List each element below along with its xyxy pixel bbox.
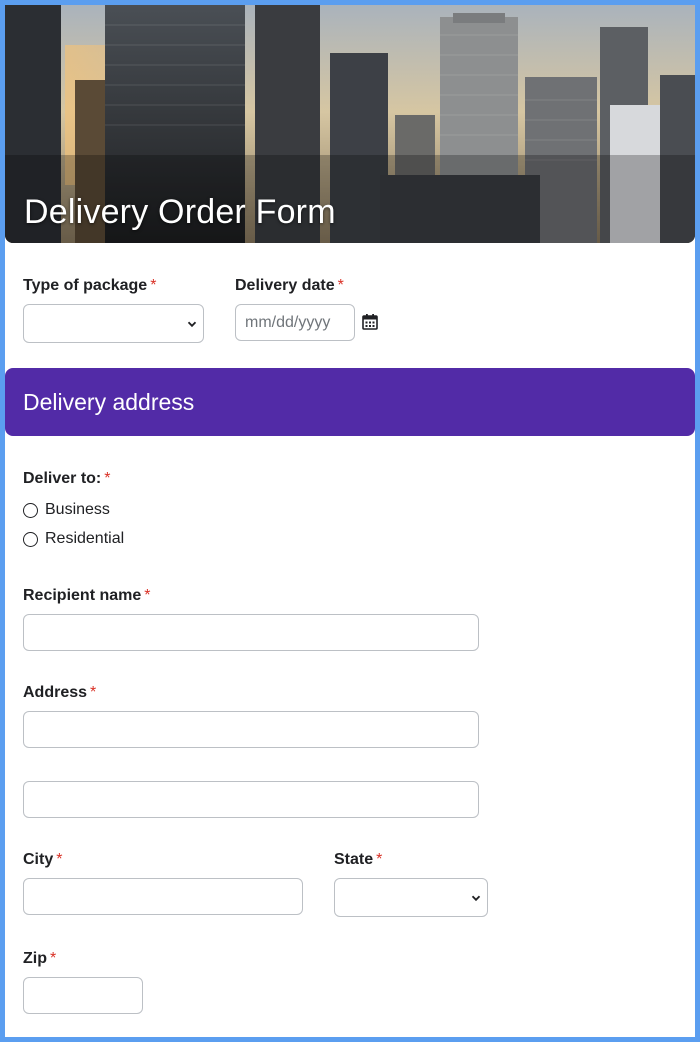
form-title: Delivery Order Form — [24, 193, 336, 231]
state-select[interactable] — [334, 878, 488, 917]
delivery-date-label-text: Delivery date — [235, 277, 335, 294]
recipient-name-input[interactable] — [23, 614, 479, 651]
required-marker: * — [376, 851, 383, 868]
radio-button[interactable] — [23, 502, 38, 518]
address-line1-input[interactable] — [23, 711, 479, 748]
header-banner: Delivery Order Form — [5, 5, 695, 243]
calendar-icon[interactable] — [361, 313, 379, 331]
radio-button[interactable] — [23, 531, 38, 547]
delivery-date-label: Delivery date * — [235, 277, 344, 295]
radio-label: Residential — [45, 530, 125, 547]
chevron-down-icon — [187, 321, 197, 327]
radio-label: Business — [45, 501, 110, 518]
recipient-name-label: Recipient name * — [23, 587, 151, 605]
address-label-text: Address — [23, 684, 88, 701]
required-marker: * — [50, 950, 57, 967]
recipient-name-label-text: Recipient name — [23, 587, 142, 604]
state-label: State * — [334, 851, 382, 869]
deliver-to-label: Deliver to: * — [23, 470, 110, 488]
package-type-label-text: Type of package — [23, 277, 148, 294]
required-marker: * — [56, 851, 63, 868]
city-label: City * — [23, 851, 62, 869]
required-marker: * — [90, 684, 97, 701]
zip-label-text: Zip — [23, 950, 47, 967]
deliver-to-label-text: Deliver to: — [23, 470, 102, 487]
state-label-text: State — [334, 851, 374, 868]
required-marker: * — [150, 277, 157, 294]
address-label: Address * — [23, 684, 96, 702]
city-input[interactable] — [23, 878, 303, 915]
address-line2-input[interactable] — [23, 781, 479, 818]
form-page: Delivery Order Form Type of package * Del… — [5, 5, 695, 1037]
delivery-date-input[interactable]: mm/dd/yyyy — [235, 304, 355, 341]
delivery-address-section-header: Delivery address — [5, 368, 695, 436]
section-title: Delivery address — [23, 389, 195, 415]
required-marker: * — [337, 277, 344, 294]
package-type-select[interactable] — [23, 304, 204, 343]
required-marker: * — [144, 587, 151, 604]
radio-option-residential[interactable]: Residential — [23, 528, 124, 550]
package-type-label: Type of package * — [23, 277, 156, 295]
chevron-down-icon — [471, 895, 481, 901]
city-label-text: City — [23, 851, 54, 868]
date-placeholder: mm/dd/yyyy — [245, 314, 331, 331]
radio-option-business[interactable]: Business — [23, 499, 110, 521]
zip-input[interactable] — [23, 977, 143, 1014]
zip-label: Zip * — [23, 950, 56, 968]
required-marker: * — [104, 470, 111, 487]
